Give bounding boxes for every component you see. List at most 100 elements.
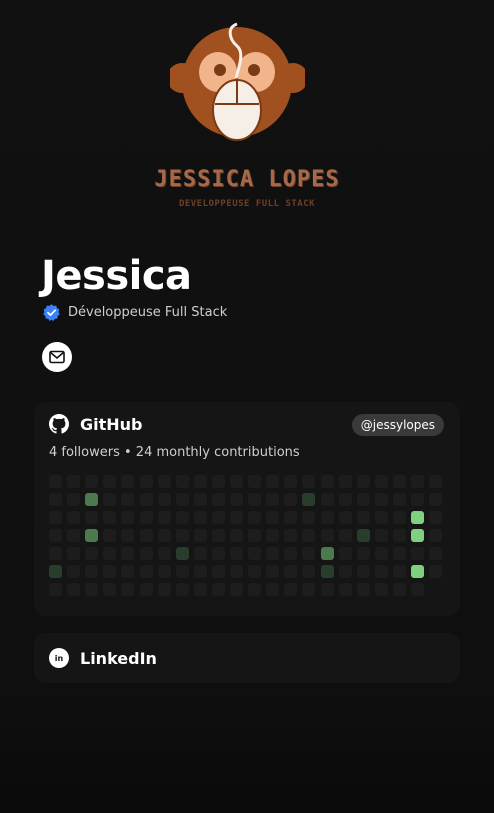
logo-subtitle: DEVELOPPEUSE FULL STACK — [178, 199, 316, 209]
github-card-header: GitHub — [49, 414, 143, 434]
contribution-cell — [266, 547, 279, 560]
contribution-cell — [103, 493, 116, 506]
contribution-cell — [49, 565, 62, 578]
github-stats: 4 followers • 24 monthly contributions — [49, 445, 300, 460]
contribution-cell — [121, 493, 134, 506]
contribution-cell — [158, 511, 171, 524]
contribution-cell — [284, 547, 297, 560]
contribution-cell — [140, 547, 153, 560]
contribution-cell — [230, 547, 243, 560]
contribution-cell — [357, 547, 370, 560]
contribution-cell — [393, 493, 406, 506]
contribution-cell — [302, 583, 315, 596]
contribution-cell — [194, 493, 207, 506]
email-button[interactable] — [42, 342, 72, 372]
contribution-cell — [121, 529, 134, 542]
contribution-cell — [266, 493, 279, 506]
linkedin-card-header: in LinkedIn — [49, 648, 157, 668]
contribution-cell — [121, 565, 134, 578]
contribution-cell — [176, 475, 189, 488]
contribution-cell — [284, 493, 297, 506]
contribution-cell — [85, 583, 98, 596]
profile-headline: Développeuse Full Stack — [42, 303, 227, 322]
contribution-cell — [357, 493, 370, 506]
contribution-cell — [103, 565, 116, 578]
contribution-cell — [393, 583, 406, 596]
contribution-cell — [393, 565, 406, 578]
contribution-cell — [375, 493, 388, 506]
contribution-cell — [230, 511, 243, 524]
contribution-cell — [103, 547, 116, 560]
contribution-cell — [103, 583, 116, 596]
contribution-cell — [321, 583, 334, 596]
contribution-cell — [266, 565, 279, 578]
linkedin-card[interactable]: in LinkedIn — [34, 633, 460, 683]
monkey-mouse-logo-icon — [170, 22, 305, 141]
contribution-cell — [429, 529, 442, 542]
contribution-cell — [103, 529, 116, 542]
contribution-cell — [67, 583, 80, 596]
contribution-cell — [302, 475, 315, 488]
contribution-cell — [339, 511, 352, 524]
contribution-cell — [284, 583, 297, 596]
contribution-cell — [194, 547, 207, 560]
contribution-cell — [121, 583, 134, 596]
contribution-cell — [49, 529, 62, 542]
github-handle-badge[interactable]: @jessylopes — [351, 414, 444, 436]
contribution-cell — [411, 475, 424, 488]
contribution-cell — [176, 565, 189, 578]
contribution-cell — [49, 511, 62, 524]
contribution-cell — [375, 529, 388, 542]
contribution-cell — [85, 475, 98, 488]
logo-title: JESSICA LOPES — [154, 167, 340, 192]
contribution-cell — [357, 565, 370, 578]
contribution-cell — [321, 493, 334, 506]
contribution-graph — [49, 475, 449, 601]
contribution-cell — [339, 475, 352, 488]
contribution-cell — [49, 493, 62, 506]
contribution-cell — [194, 475, 207, 488]
contribution-cell — [411, 547, 424, 560]
contribution-cell — [375, 565, 388, 578]
contribution-cell — [212, 475, 225, 488]
contribution-cell — [393, 529, 406, 542]
headline-text: Développeuse Full Stack — [68, 305, 228, 320]
contribution-cell — [302, 529, 315, 542]
contribution-cell — [284, 475, 297, 488]
contribution-cell — [393, 511, 406, 524]
github-card[interactable]: GitHub @jessylopes 4 followers • 24 mont… — [34, 402, 460, 616]
contribution-cell — [67, 547, 80, 560]
contribution-cell — [230, 565, 243, 578]
contribution-cell — [49, 547, 62, 560]
contribution-cell — [339, 583, 352, 596]
contribution-cell — [121, 511, 134, 524]
profile-name: Jessica — [41, 253, 192, 299]
github-icon — [49, 414, 69, 434]
contribution-cell — [248, 547, 261, 560]
contribution-cell — [357, 511, 370, 524]
contribution-cell — [176, 511, 189, 524]
brand-logo: JESSICA LOPES DEVELOPPEUSE FULL STACK — [0, 0, 494, 230]
contribution-cell — [429, 511, 442, 524]
contribution-cell — [85, 529, 98, 542]
contribution-cell — [248, 493, 261, 506]
contribution-cell — [176, 583, 189, 596]
github-title: GitHub — [80, 414, 143, 434]
contribution-cell — [140, 565, 153, 578]
contribution-cell — [357, 583, 370, 596]
contribution-cell — [429, 547, 442, 560]
contribution-cell — [176, 529, 189, 542]
contribution-cell — [248, 511, 261, 524]
contribution-cell — [67, 475, 80, 488]
contribution-cell — [321, 529, 334, 542]
contribution-cell — [158, 565, 171, 578]
contribution-cell — [375, 547, 388, 560]
contribution-cell — [411, 583, 424, 596]
contribution-cell — [67, 529, 80, 542]
contribution-cell — [339, 493, 352, 506]
contribution-cell — [266, 475, 279, 488]
contribution-cell — [85, 493, 98, 506]
contribution-cell — [302, 511, 315, 524]
contribution-cell — [85, 547, 98, 560]
contribution-cell — [121, 547, 134, 560]
